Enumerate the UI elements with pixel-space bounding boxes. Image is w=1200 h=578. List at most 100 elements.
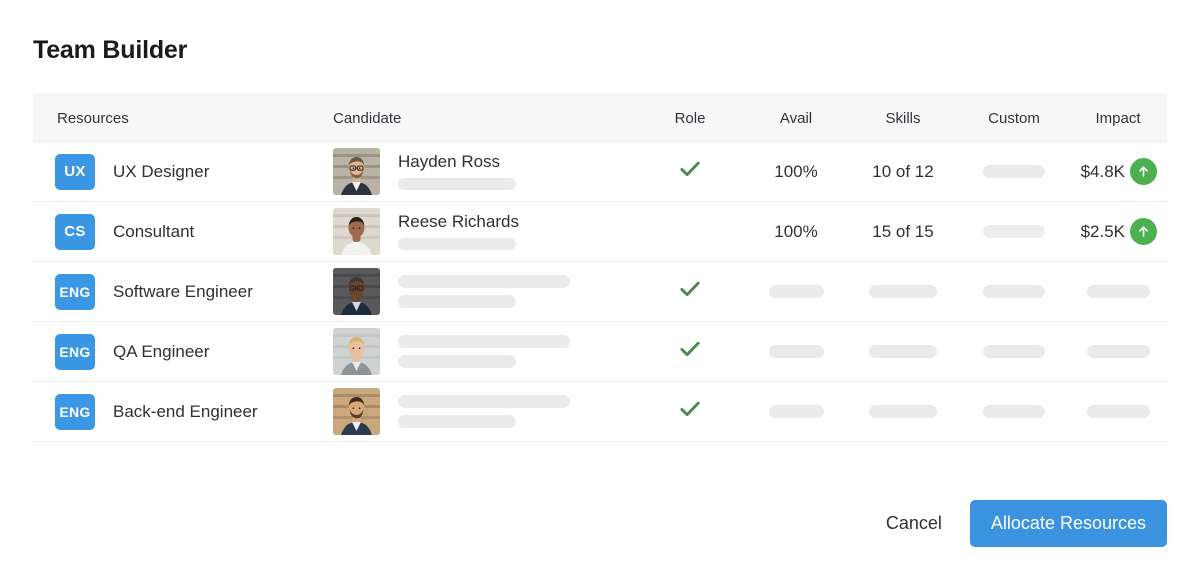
cell-candidate[interactable] <box>333 382 635 442</box>
candidate-subtitle-placeholder <box>398 178 516 190</box>
cell-avail: 100% <box>745 142 847 202</box>
resource-tag-badge: ENG <box>55 334 95 370</box>
resource-tag-badge: CS <box>55 214 95 250</box>
custom-placeholder <box>983 345 1045 358</box>
arrow-up-icon <box>1130 158 1157 185</box>
resource-label: QA Engineer <box>113 342 209 362</box>
impact-placeholder <box>1087 345 1150 358</box>
skills-value: 15 of 15 <box>872 222 933 241</box>
resource-label: UX Designer <box>113 162 209 182</box>
table-header: Resources Candidate Role Avail Skills Cu… <box>33 95 1167 142</box>
column-header-custom[interactable]: Custom <box>959 95 1069 142</box>
candidate-name-placeholder <box>398 335 570 348</box>
column-header-skills[interactable]: Skills <box>847 95 959 142</box>
avail-placeholder <box>769 405 824 418</box>
custom-placeholder <box>983 225 1045 238</box>
resources-table-container: Resources Candidate Role Avail Skills Cu… <box>33 94 1167 442</box>
cell-skills: 10 of 12 <box>847 142 959 202</box>
table-header-row: Resources Candidate Role Avail Skills Cu… <box>33 95 1167 142</box>
custom-placeholder <box>983 405 1045 418</box>
custom-placeholder <box>983 285 1045 298</box>
cell-role[interactable] <box>635 202 745 262</box>
cell-custom <box>959 142 1069 202</box>
column-header-role[interactable]: Role <box>635 95 745 142</box>
cell-custom <box>959 322 1069 382</box>
cell-candidate[interactable] <box>333 322 635 382</box>
skills-placeholder <box>869 345 937 358</box>
cell-role[interactable] <box>635 382 745 442</box>
check-icon <box>677 396 703 422</box>
cell-impact: $2.5K <box>1069 202 1167 262</box>
allocate-resources-button[interactable]: Allocate Resources <box>970 500 1167 547</box>
cell-custom <box>959 202 1069 262</box>
candidate-name-placeholder <box>398 395 570 408</box>
resource-label: Software Engineer <box>113 282 253 302</box>
cell-resource: UX UX Designer <box>33 142 333 202</box>
cell-resource: CS Consultant <box>33 202 333 262</box>
avatar <box>333 268 380 315</box>
cancel-button[interactable]: Cancel <box>880 505 948 542</box>
candidate-name: Reese Richards <box>398 213 519 231</box>
page-title: Team Builder <box>33 0 1167 65</box>
avail-placeholder <box>769 345 824 358</box>
cell-impact <box>1069 322 1167 382</box>
cell-candidate[interactable]: Hayden Ross <box>333 142 635 202</box>
cell-skills <box>847 382 959 442</box>
cell-role[interactable] <box>635 262 745 322</box>
avail-placeholder <box>769 285 824 298</box>
resource-tag-badge: UX <box>55 154 95 190</box>
avail-value: 100% <box>774 222 817 241</box>
column-header-avail[interactable]: Avail <box>745 95 847 142</box>
table-row[interactable]: ENG Software Engineer <box>33 262 1167 322</box>
skills-value: 10 of 12 <box>872 162 933 181</box>
impact-placeholder <box>1087 285 1150 298</box>
resource-tag-badge: ENG <box>55 274 95 310</box>
cell-candidate[interactable]: Reese Richards <box>333 202 635 262</box>
cell-avail <box>745 262 847 322</box>
cell-candidate[interactable] <box>333 262 635 322</box>
cell-impact: $4.8K <box>1069 142 1167 202</box>
skills-placeholder <box>869 405 937 418</box>
cell-skills <box>847 322 959 382</box>
cell-impact <box>1069 382 1167 442</box>
check-icon <box>677 276 703 302</box>
candidate-name: Hayden Ross <box>398 153 516 171</box>
candidate-subtitle-placeholder <box>398 355 516 368</box>
cell-custom <box>959 382 1069 442</box>
avatar <box>333 148 380 195</box>
cell-role[interactable] <box>635 142 745 202</box>
table-row[interactable]: ENG Back-end Engineer <box>33 382 1167 442</box>
resource-label: Consultant <box>113 222 194 242</box>
column-header-resources[interactable]: Resources <box>33 95 333 142</box>
custom-placeholder <box>983 165 1045 178</box>
table-row[interactable]: CS Consultant Reese Richards 100% 15 of 1… <box>33 202 1167 262</box>
avail-value: 100% <box>774 162 817 181</box>
cell-avail: 100% <box>745 202 847 262</box>
table-row[interactable]: UX UX Designer Hayden Ross 100%10 of 12 … <box>33 142 1167 202</box>
table-body: UX UX Designer Hayden Ross 100%10 of 12 … <box>33 142 1167 442</box>
check-icon <box>677 336 703 362</box>
cell-skills: 15 of 15 <box>847 202 959 262</box>
impact-value: $2.5K <box>1081 222 1125 242</box>
check-icon <box>677 156 703 182</box>
arrow-up-icon <box>1130 218 1157 245</box>
cell-resource: ENG Software Engineer <box>33 262 333 322</box>
candidate-subtitle-placeholder <box>398 295 516 308</box>
column-header-candidate[interactable]: Candidate <box>333 95 635 142</box>
impact-placeholder <box>1087 405 1150 418</box>
cell-custom <box>959 262 1069 322</box>
avatar <box>333 208 380 255</box>
cell-resource: ENG QA Engineer <box>33 322 333 382</box>
cell-skills <box>847 262 959 322</box>
candidate-subtitle-placeholder <box>398 415 516 428</box>
cell-avail <box>745 382 847 442</box>
cell-avail <box>745 322 847 382</box>
cell-resource: ENG Back-end Engineer <box>33 382 333 442</box>
table-row[interactable]: ENG QA Engineer <box>33 322 1167 382</box>
resource-label: Back-end Engineer <box>113 402 258 422</box>
avatar <box>333 328 380 375</box>
column-header-impact[interactable]: Impact <box>1069 95 1167 142</box>
impact-value: $4.8K <box>1081 162 1125 182</box>
cell-impact <box>1069 262 1167 322</box>
cell-role[interactable] <box>635 322 745 382</box>
